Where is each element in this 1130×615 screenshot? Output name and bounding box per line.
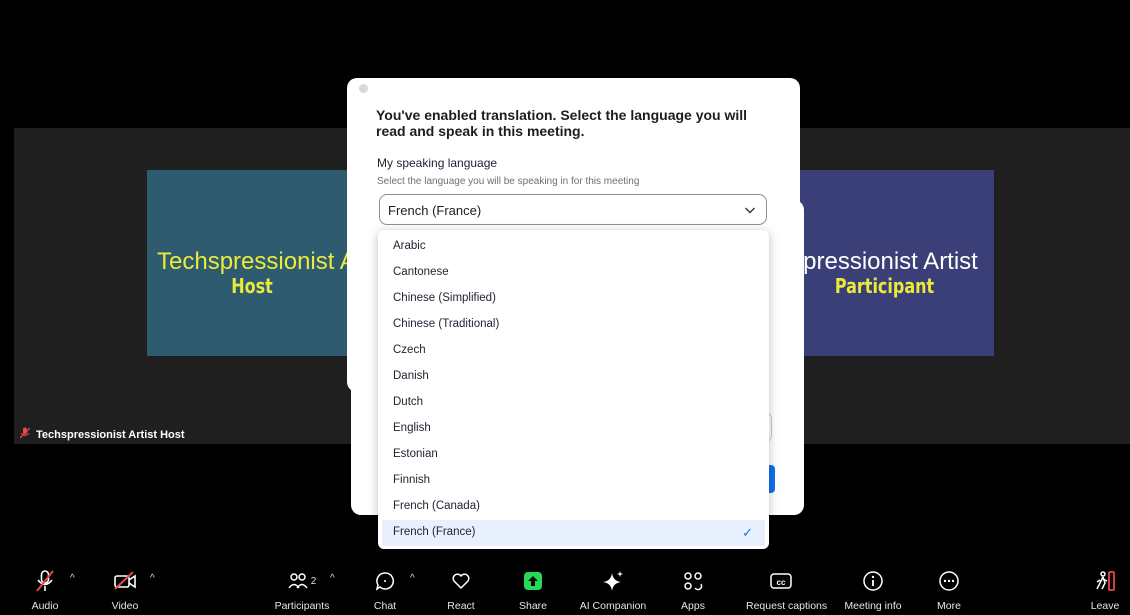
host-tile-role: Host xyxy=(231,274,273,298)
apps-label: Apps xyxy=(681,600,705,612)
language-option[interactable]: French (Canada) xyxy=(382,494,765,520)
language-option[interactable]: Danish xyxy=(382,364,765,390)
sparkle-icon xyxy=(598,568,628,594)
participants-button[interactable]: 2 Participants xyxy=(275,560,329,615)
svg-text:cc: cc xyxy=(777,578,786,587)
language-option[interactable]: Dutch xyxy=(382,390,765,416)
meeting-toolbar: Audio ^ Video ^ 2 Participants ^ Chat ^ … xyxy=(0,560,1130,615)
language-option-label: Estonian xyxy=(393,448,438,460)
language-option[interactable]: English xyxy=(382,416,765,442)
language-option[interactable]: Czech xyxy=(382,338,765,364)
language-option-label: Finnish xyxy=(393,474,431,486)
language-option[interactable]: Estonian xyxy=(382,442,765,468)
chat-button[interactable]: Chat xyxy=(370,560,400,615)
chat-label: Chat xyxy=(373,600,397,612)
language-option-label: Dutch xyxy=(393,396,424,408)
host-name-text: Techspressionist Artist Host xyxy=(36,428,185,441)
chevron-down-icon xyxy=(744,203,756,215)
dialog-title: You've enabled translation. Select the l… xyxy=(376,107,748,139)
audio-label: Audio xyxy=(31,600,59,612)
share-label: Share xyxy=(518,600,548,612)
speaking-language-select[interactable]: French (France) xyxy=(379,194,767,225)
request-captions-label: Request captions xyxy=(746,600,828,612)
language-option[interactable]: French (France) ✓ xyxy=(382,520,765,546)
cc-icon: cc xyxy=(766,568,796,594)
participants-icon: 2 xyxy=(282,568,322,594)
info-icon xyxy=(858,568,888,594)
react-button[interactable]: React xyxy=(446,560,476,615)
language-option-label: Chinese (Traditional) xyxy=(393,318,500,330)
participants-label: Participants xyxy=(274,600,330,612)
audio-button[interactable]: Audio xyxy=(28,560,62,615)
language-option-label: Cantonese xyxy=(393,266,449,278)
react-label: React xyxy=(447,600,475,612)
participants-options-caret[interactable]: ^ xyxy=(330,573,335,584)
heart-icon xyxy=(446,568,476,594)
checkmark-icon: ✓ xyxy=(742,525,753,540)
more-label: More xyxy=(937,600,961,612)
video-label: Video xyxy=(111,600,139,612)
muted-microphone-icon xyxy=(19,427,31,442)
chat-options-caret[interactable]: ^ xyxy=(410,573,415,584)
language-option[interactable]: Chinese (Traditional) xyxy=(382,312,765,338)
language-option[interactable]: Arabic xyxy=(382,234,765,260)
meeting-info-label: Meeting info xyxy=(844,600,902,612)
muted-microphone-icon xyxy=(28,568,62,594)
apps-button[interactable]: Apps xyxy=(678,560,708,615)
request-captions-button[interactable]: cc Request captions xyxy=(746,560,827,615)
speaking-language-help: Select the language you will be speaking… xyxy=(377,176,640,187)
language-option[interactable]: Cantonese xyxy=(382,260,765,286)
language-option[interactable]: Finnish xyxy=(382,468,765,494)
language-option-label: French (Canada) xyxy=(393,500,480,512)
meeting-info-button[interactable]: Meeting info xyxy=(844,560,902,615)
ai-companion-button[interactable]: AI Companion xyxy=(580,560,646,615)
more-icon xyxy=(934,568,964,594)
language-option-label: Czech xyxy=(393,344,426,356)
host-tile-name: Techspressionist A xyxy=(157,248,356,275)
more-button[interactable]: More xyxy=(934,560,964,615)
share-arrow-icon xyxy=(518,568,548,594)
video-options-caret[interactable]: ^ xyxy=(150,573,155,584)
language-option-label: Danish xyxy=(393,370,429,382)
language-option-label: Chinese (Simplified) xyxy=(393,292,496,304)
language-option-label: French (France) xyxy=(393,526,476,538)
ai-companion-label: AI Companion xyxy=(579,600,647,612)
chat-icon xyxy=(370,568,400,594)
audio-options-caret[interactable]: ^ xyxy=(70,573,75,584)
participant-tile-name: spressionist Artist xyxy=(791,248,978,275)
selected-language-value: French (France) xyxy=(388,203,482,218)
share-button[interactable]: Share xyxy=(518,560,548,615)
language-dropdown: Arabic Cantonese Chinese (Simplified) Chine… xyxy=(378,230,769,549)
participants-count: 2 xyxy=(310,575,317,587)
language-option-label: English xyxy=(393,422,431,434)
leave-icon xyxy=(1090,568,1120,594)
host-video-tile[interactable]: Techspressionist A Host xyxy=(147,170,357,356)
leave-button[interactable]: Leave xyxy=(1090,560,1120,615)
leave-label: Leave xyxy=(1090,600,1120,612)
window-dot[interactable] xyxy=(359,84,368,93)
host-name-label: Techspressionist Artist Host xyxy=(19,427,185,442)
video-off-icon xyxy=(108,568,142,594)
language-option-label: Arabic xyxy=(393,240,426,252)
speaking-language-label: My speaking language xyxy=(377,156,498,170)
apps-icon xyxy=(678,568,708,594)
participant-video-tile[interactable]: spressionist Artist Participant xyxy=(775,170,994,356)
video-button[interactable]: Video xyxy=(108,560,142,615)
participant-tile-role: Participant xyxy=(834,274,935,298)
language-option[interactable]: Chinese (Simplified) xyxy=(382,286,765,312)
